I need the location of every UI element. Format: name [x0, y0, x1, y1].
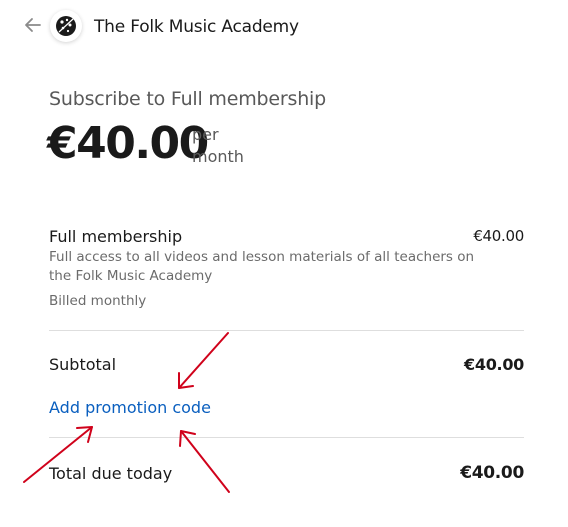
- back-arrow-icon[interactable]: [22, 14, 44, 36]
- subtotal-label: Subtotal: [49, 355, 117, 374]
- total-due-label: Total due today: [49, 464, 173, 483]
- billing-frequency: Billed monthly: [49, 293, 147, 309]
- price-amount: €40.00: [47, 118, 209, 169]
- divider: [49, 437, 524, 438]
- period-line-1: per: [192, 125, 219, 144]
- annotation-arrow-icon: [178, 332, 229, 389]
- annotation-arrow-icon: [179, 430, 230, 493]
- total-due-value: €40.00: [460, 463, 524, 483]
- add-promotion-code-link[interactable]: Add promotion code: [49, 398, 211, 417]
- subtotal-value: €40.00: [464, 355, 524, 374]
- period-line-2: month: [192, 147, 244, 166]
- billing-period: per month: [192, 124, 244, 168]
- line-item-name: Full membership: [49, 227, 183, 246]
- subscribe-heading: Subscribe to Full membership: [49, 88, 326, 110]
- divider: [49, 330, 524, 331]
- academy-logo-icon: [50, 10, 82, 42]
- line-item-description: Full access to all videos and lesson mat…: [49, 249, 475, 284]
- line-item-price: €40.00: [473, 227, 524, 245]
- brand-name: The Folk Music Academy: [94, 17, 299, 37]
